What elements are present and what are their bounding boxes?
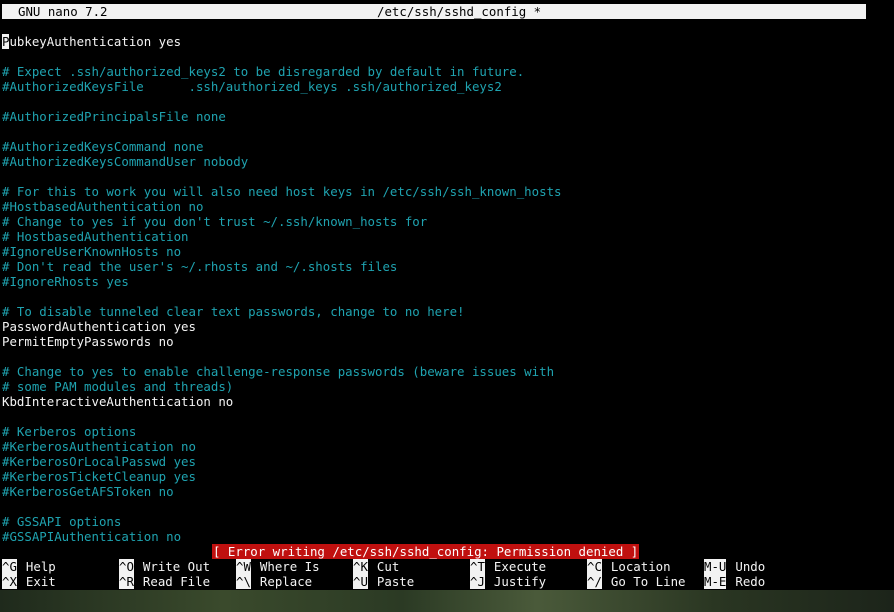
config-line[interactable]: PasswordAuthentication yes xyxy=(2,319,882,334)
shortcut-redo[interactable]: M-E Redo xyxy=(704,574,765,589)
title-bar: GNU nano 7.2 /etc/ssh/sshd_config * xyxy=(2,4,866,19)
comment-line[interactable]: #KerberosOrLocalPasswd yes xyxy=(2,454,882,469)
shortcut-key: ^O xyxy=(119,559,134,574)
shortcut-label: Execute xyxy=(493,559,547,574)
shortcut-execute[interactable]: ^T Execute xyxy=(470,559,546,574)
config-line[interactable] xyxy=(2,169,882,184)
config-line[interactable] xyxy=(2,124,882,139)
shortcut-paste[interactable]: ^U Paste xyxy=(353,574,414,589)
comment-line[interactable]: #AuthorizedKeysCommand none xyxy=(2,139,882,154)
shortcut-key: ^R xyxy=(119,574,134,589)
config-line[interactable] xyxy=(2,349,882,364)
shortcut-label: Where Is xyxy=(259,559,320,574)
shortcut-label: Cut xyxy=(376,559,400,574)
shortcut-where-is[interactable]: ^W Where Is xyxy=(236,559,320,574)
comment-line[interactable]: #KerberosGetAFSToken no xyxy=(2,484,882,499)
file-path: /etc/ssh/sshd_config * xyxy=(377,4,542,19)
shortcut-key: ^/ xyxy=(587,574,602,589)
config-line[interactable]: PermitEmptyPasswords no xyxy=(2,334,882,349)
comment-line[interactable]: # GSSAPI options xyxy=(2,514,882,529)
shortcut-help[interactable]: ^G Help xyxy=(2,559,56,574)
shortcut-key: ^U xyxy=(353,574,368,589)
shortcut-key: ^T xyxy=(470,559,485,574)
comment-line[interactable]: # Kerberos options xyxy=(2,424,882,439)
editor-line-cursor[interactable]: PubkeyAuthentication yes xyxy=(2,34,882,49)
comment-line[interactable]: #IgnoreUserKnownHosts no xyxy=(2,244,882,259)
comment-line[interactable]: # Change to yes if you don't trust ~/.ss… xyxy=(2,214,882,229)
shortcut-cut[interactable]: ^K Cut xyxy=(353,559,399,574)
config-line[interactable] xyxy=(2,49,882,64)
shortcut-label: Help xyxy=(25,559,56,574)
config-line[interactable]: KbdInteractiveAuthentication no xyxy=(2,394,882,409)
shortcut-write-out[interactable]: ^O Write Out xyxy=(119,559,210,574)
shortcut-label: Read File xyxy=(142,574,211,589)
comment-line[interactable]: #AuthorizedKeysCommandUser nobody xyxy=(2,154,882,169)
shortcut-label: Paste xyxy=(376,574,415,589)
shortcut-key: ^K xyxy=(353,559,368,574)
comment-line[interactable]: # For this to work you will also need ho… xyxy=(2,184,882,199)
shortcut-key: ^\ xyxy=(236,574,251,589)
shortcut-bar: ^G Help ^O Write Out ^W Where Is ^K Cut ^T Execut… xyxy=(2,559,882,589)
shortcut-read-file[interactable]: ^R Read File xyxy=(119,574,210,589)
config-line[interactable] xyxy=(2,94,882,109)
comment-line[interactable]: #AuthorizedKeysFile .ssh/authorized_keys… xyxy=(2,79,882,94)
comment-line[interactable]: #KerberosTicketCleanup yes xyxy=(2,469,882,484)
comment-line[interactable]: #GSSAPIAuthentication no xyxy=(2,529,882,544)
shortcut-label: Redo xyxy=(735,574,766,589)
config-line[interactable] xyxy=(2,409,882,424)
comment-line[interactable]: #HostbasedAuthentication no xyxy=(2,199,882,214)
desktop-background-strip xyxy=(0,590,894,612)
shortcut-key: M-U xyxy=(704,559,727,574)
shortcut-label: Exit xyxy=(25,574,56,589)
comment-line[interactable]: # To disable tunneled clear text passwor… xyxy=(2,304,882,319)
shortcut-key: M-E xyxy=(704,574,727,589)
shortcut-key: ^J xyxy=(470,574,485,589)
shortcut-label: Replace xyxy=(259,574,313,589)
shortcut-label: Justify xyxy=(493,574,547,589)
shortcut-replace[interactable]: ^\ Replace xyxy=(236,574,312,589)
shortcut-label: Location xyxy=(610,559,671,574)
editor-lines[interactable]: # Expect .ssh/authorized_keys2 to be dis… xyxy=(2,49,882,544)
config-line[interactable] xyxy=(2,289,882,304)
comment-line[interactable]: #IgnoreRhosts yes xyxy=(2,274,882,289)
config-line[interactable] xyxy=(2,499,882,514)
shortcut-undo[interactable]: M-U Undo xyxy=(704,559,765,574)
comment-line[interactable]: #AuthorizedPrincipalsFile none xyxy=(2,109,882,124)
comment-line[interactable]: #KerberosAuthentication no xyxy=(2,439,882,454)
line-text: ubkeyAuthentication yes xyxy=(9,34,182,49)
shortcut-justify[interactable]: ^J Justify xyxy=(470,574,546,589)
comment-line[interactable]: # HostbasedAuthentication xyxy=(2,229,882,244)
shortcut-key: ^X xyxy=(2,574,17,589)
comment-line[interactable]: # Expect .ssh/authorized_keys2 to be dis… xyxy=(2,64,882,79)
shortcut-label: Write Out xyxy=(142,559,211,574)
shortcut-go-to-line[interactable]: ^/ Go To Line xyxy=(587,574,686,589)
comment-line[interactable]: # Don't read the user's ~/.rhosts and ~/… xyxy=(2,259,882,274)
shortcut-label: Undo xyxy=(735,559,766,574)
shortcut-label: Go To Line xyxy=(610,574,686,589)
status-error-message: [ Error writing /etc/ssh/sshd_config: Pe… xyxy=(212,544,640,559)
app-name: GNU nano 7.2 xyxy=(18,4,108,19)
shortcut-key: ^W xyxy=(236,559,251,574)
comment-line[interactable]: # Change to yes to enable challenge-resp… xyxy=(2,364,882,379)
shortcut-key: ^C xyxy=(587,559,602,574)
editor-area[interactable]: PubkeyAuthentication yes # Expect .ssh/a… xyxy=(2,34,882,544)
shortcut-exit[interactable]: ^X Exit xyxy=(2,574,56,589)
comment-line[interactable]: # some PAM modules and threads) xyxy=(2,379,882,394)
shortcut-key: ^G xyxy=(2,559,17,574)
shortcut-location[interactable]: ^C Location xyxy=(587,559,671,574)
